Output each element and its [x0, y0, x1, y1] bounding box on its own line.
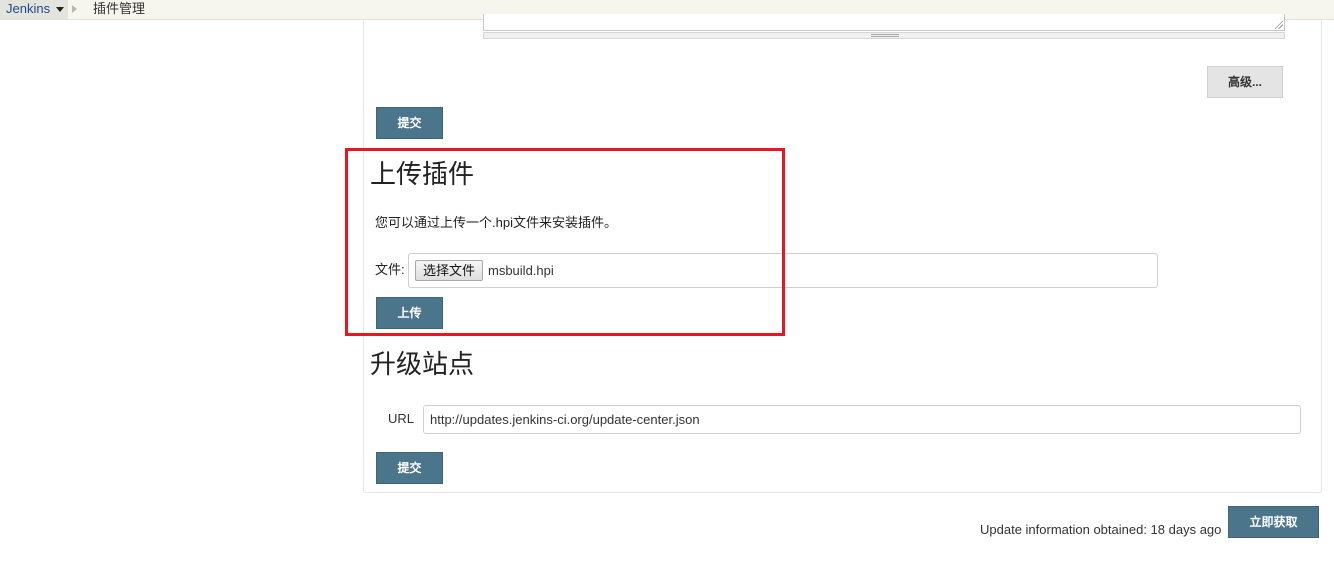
submit-button[interactable]: 提交 — [376, 107, 443, 139]
highlight-annotation-box — [345, 148, 785, 336]
textarea-splitter[interactable] — [483, 32, 1285, 39]
fetch-now-button[interactable]: 立即获取 — [1228, 506, 1319, 538]
breadcrumb-current-page[interactable]: 插件管理 — [93, 0, 145, 17]
breadcrumb-jenkins-label[interactable]: Jenkins — [6, 1, 50, 16]
settings-textarea[interactable] — [483, 14, 1285, 31]
resize-grip-icon[interactable] — [1275, 21, 1283, 29]
drag-handle-icon[interactable] — [871, 34, 899, 37]
chevron-down-icon[interactable] — [56, 7, 64, 12]
update-site-heading: 升级站点 — [370, 350, 475, 380]
update-info-text: Update information obtained: 18 days ago — [980, 522, 1222, 537]
update-site-url-input[interactable] — [423, 405, 1301, 434]
breadcrumb-separator-icon — [72, 5, 77, 13]
advanced-button[interactable]: 高级... — [1207, 66, 1283, 98]
update-site-submit-button[interactable]: 提交 — [376, 452, 443, 484]
breadcrumb-jenkins-link[interactable]: Jenkins — [0, 0, 68, 19]
url-label: URL — [388, 411, 415, 426]
